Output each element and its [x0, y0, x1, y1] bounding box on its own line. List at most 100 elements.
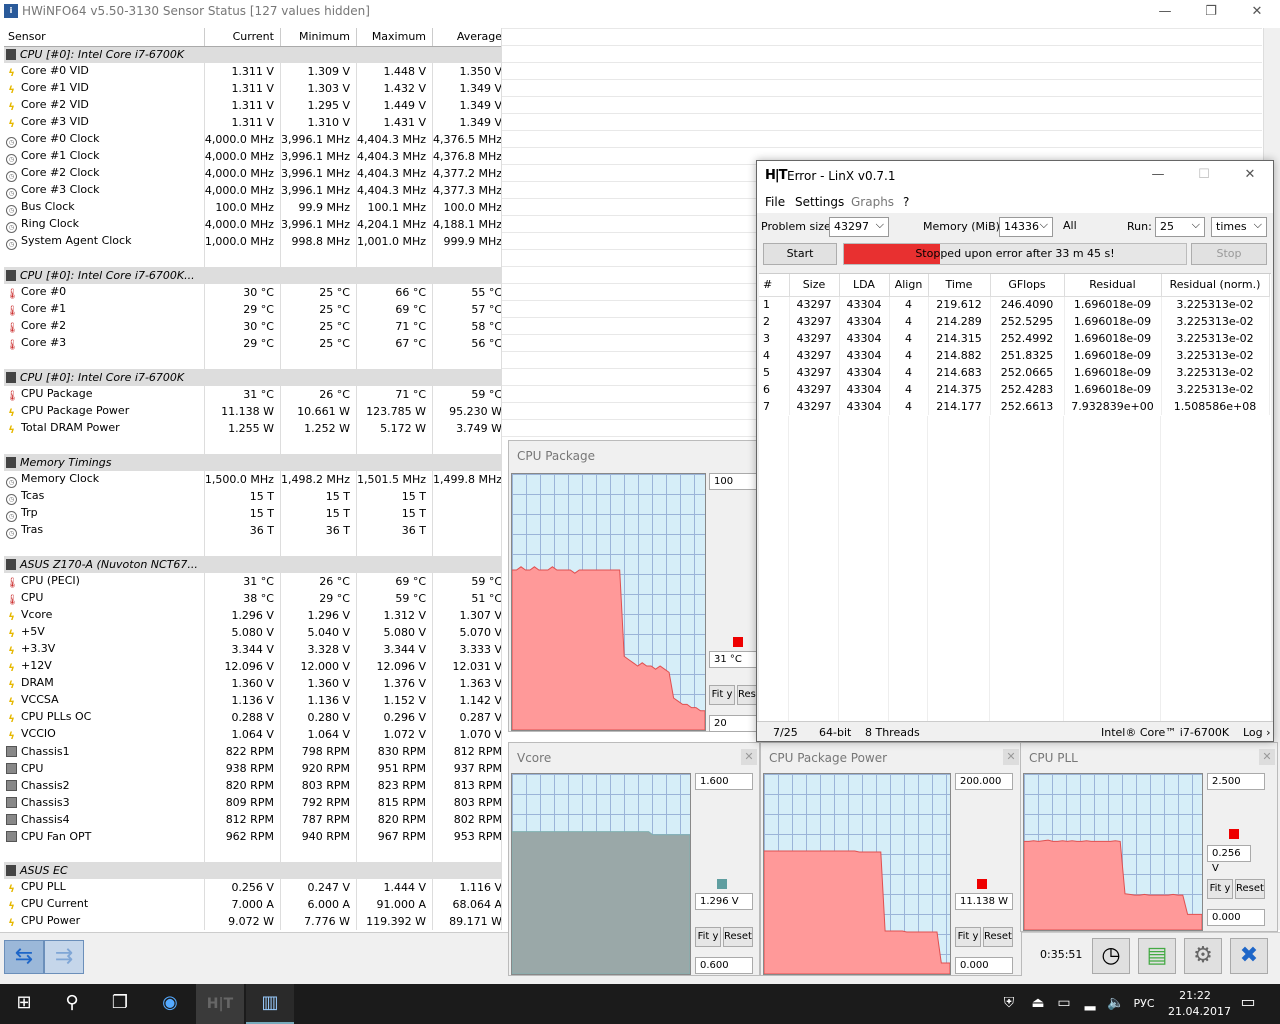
sensor-row[interactable]: Chassis1 822 RPM 798 RPM 830 RPM 812 RPM — [4, 743, 501, 760]
sensor-row[interactable]: 🌡 Core #3 29 °C 25 °C 67 °C 56 °C — [4, 335, 501, 352]
sensor-row[interactable]: CPU Fan OPT 962 RPM 940 RPM 967 RPM 953 RPM — [4, 828, 501, 845]
close-button[interactable]: ✕ — [1234, 2, 1280, 22]
result-row[interactable]: 3 43297 43304 4 214.315 252.4992 1.696018e-09 3… — [759, 330, 1270, 347]
reset-button[interactable]: Reset — [723, 927, 753, 947]
run-unit-select[interactable]: times — [1211, 216, 1267, 237]
stop-button[interactable]: Stop — [1191, 243, 1267, 265]
result-row[interactable]: 6 43297 43304 4 214.375 252.4283 1.696018e-09 3… — [759, 381, 1270, 398]
graph-min-value[interactable]: 0.000 — [955, 957, 1013, 974]
sensor-row[interactable]: ϟ +3.3V 3.344 V 3.328 V 3.344 V 3.333 V — [4, 641, 501, 658]
graph-min-value[interactable]: 0.600 — [695, 957, 753, 974]
maximize-button[interactable]: ❐ — [1188, 2, 1234, 22]
sensor-row[interactable]: ϟ DRAM 1.360 V 1.360 V 1.376 V 1.363 V — [4, 675, 501, 692]
notifications-button[interactable]: ▭ — [1228, 992, 1268, 1011]
sensor-row[interactable]: 🌡 CPU Package 31 °C 26 °C 71 °C 59 °C — [4, 386, 501, 403]
results-table[interactable]: # Size LDA Align Time GFlops Residual Re… — [759, 273, 1271, 721]
column-header[interactable]: # — [759, 274, 790, 297]
menu-graphs[interactable]: Graphs — [851, 195, 894, 209]
signal-tray-icon[interactable]: ▂ — [1078, 995, 1102, 1011]
column-header[interactable]: Current — [204, 28, 281, 47]
linx-window[interactable]: H|T Error - LinX v0.7.1 — ☐ ✕ File Setti… — [756, 160, 1274, 742]
column-header[interactable]: Average — [432, 28, 501, 47]
all-checkbox[interactable]: All — [1063, 219, 1077, 232]
close-button[interactable]: ✕ — [1227, 165, 1273, 185]
column-header[interactable]: Residual — [1064, 274, 1162, 297]
volume-tray-icon[interactable]: 🔈 — [1104, 995, 1128, 1011]
taskbar-app-linx[interactable]: H|T — [196, 984, 244, 1024]
defender-tray-icon[interactable]: ⛨ — [994, 995, 1024, 1011]
graph-window-cpu-package-power[interactable]: CPU Package Power ✕ 200.000 11.138 W Fit… — [760, 742, 1022, 976]
graph-min-value[interactable]: 20 — [709, 715, 757, 732]
maximize-button[interactable]: ☐ — [1181, 165, 1227, 185]
sensor-row[interactable]: Chassis4 812 RPM 787 RPM 820 RPM 802 RPM — [4, 811, 501, 828]
sensor-row[interactable]: ϟ CPU PLLs OC 0.288 V 0.280 V 0.296 V 0.287 V — [4, 709, 501, 726]
sensor-row[interactable]: ◷ Core #1 Clock 4,000.0 MHz 3,996.1 MHz 4,40… — [4, 148, 501, 165]
graph-max-value[interactable]: 2.500 — [1207, 773, 1265, 790]
problem-size-select[interactable]: 43297 — [829, 216, 889, 237]
sensor-row[interactable]: ◷ Core #2 Clock 4,000.0 MHz 3,996.1 MHz 4,40… — [4, 165, 501, 182]
taskbar-app-browser[interactable]: ◉ — [146, 992, 194, 1013]
settings-button[interactable]: ⚙ — [1184, 938, 1222, 974]
sensor-row[interactable]: ϟ +12V 12.096 V 12.000 V 12.096 V 12.031 V — [4, 658, 501, 675]
taskbar-clock[interactable]: 21:22 21.04.2017 — [1168, 988, 1231, 1020]
start-button[interactable]: ⊞ — [0, 992, 48, 1013]
column-header[interactable]: Residual (norm.) — [1161, 274, 1270, 297]
sensor-row[interactable]: ϟ Core #1 VID 1.311 V 1.303 V 1.432 V 1.349 V — [4, 80, 501, 97]
language-indicator[interactable]: РУС — [1128, 997, 1160, 1010]
nav-left-right-button[interactable]: ⇆ — [4, 940, 44, 974]
menu-file[interactable]: File — [765, 195, 785, 209]
result-row[interactable]: 5 43297 43304 4 214.683 252.0665 1.696018e-09 3… — [759, 364, 1270, 381]
close-sensors-button[interactable]: ✖ — [1230, 938, 1268, 974]
sensor-row[interactable]: ϟ VCCIO 1.064 V 1.064 V 1.072 V 1.070 V — [4, 726, 501, 743]
column-header[interactable]: Size — [789, 274, 840, 297]
sensor-group-header[interactable]: CPU [#0]: Intel Core i7-6700K... — [4, 267, 501, 284]
sensor-row[interactable]: ϟ Total DRAM Power 1.255 W 1.252 W 5.172 W 3.… — [4, 420, 501, 437]
sensor-row[interactable]: ◷ Core #0 Clock 4,000.0 MHz 3,996.1 MHz 4,40… — [4, 131, 501, 148]
nav-collapse-button[interactable]: ⇉ — [44, 940, 84, 974]
run-count-select[interactable]: 25 — [1155, 216, 1205, 237]
graph-max-value[interactable]: 200.000 — [955, 773, 1013, 790]
sensor-row[interactable]: ϟ Vcore 1.296 V 1.296 V 1.312 V 1.307 V — [4, 607, 501, 624]
minimize-button[interactable]: — — [1135, 165, 1181, 185]
task-view-button[interactable]: ❐ — [96, 992, 144, 1013]
sensor-group-header[interactable]: Memory Timings — [4, 454, 501, 471]
column-header[interactable]: Time — [928, 274, 991, 297]
sensor-row[interactable]: 🌡 CPU (PECI) 31 °C 26 °C 69 °C 59 °C — [4, 573, 501, 590]
sensor-row[interactable]: Chassis3 809 RPM 792 RPM 815 RPM 803 RPM — [4, 794, 501, 811]
reset-button[interactable]: Reset — [983, 927, 1013, 947]
sensor-row[interactable]: 🌡 Core #2 30 °C 25 °C 71 °C 58 °C — [4, 318, 501, 335]
column-header[interactable]: GFlops — [990, 274, 1065, 297]
sensor-group-header[interactable]: CPU [#0]: Intel Core i7-6700K — [4, 46, 501, 63]
memory-select[interactable]: 14336 — [999, 216, 1053, 237]
sensor-row[interactable]: 🌡 Core #1 29 °C 25 °C 69 °C 57 °C — [4, 301, 501, 318]
graph-min-value[interactable]: 0.000 — [1207, 909, 1265, 926]
menu-help[interactable]: ? — [903, 195, 909, 209]
graph-window-vcore[interactable]: Vcore ✕ 1.600 1.296 V Fit y Reset 0.600 — [508, 742, 760, 976]
fit-y-button[interactable]: Fit y — [1207, 879, 1233, 899]
sensor-row[interactable]: 🌡 Core #0 30 °C 25 °C 66 °C 55 °C — [4, 284, 501, 301]
start-button[interactable]: Start — [763, 243, 837, 265]
taskbar-app-hwinfo[interactable]: ▥ — [246, 984, 294, 1024]
close-icon[interactable]: ✕ — [1003, 749, 1019, 765]
graph-max-value[interactable]: 100 — [709, 473, 757, 490]
sensor-row[interactable]: ◷ Core #3 Clock 4,000.0 MHz 3,996.1 MHz 4,40… — [4, 182, 501, 199]
log-button[interactable]: ▤ — [1138, 938, 1176, 974]
graph-window-cpu-package[interactable]: CPU Package 100 31 °C Fit y Reset 20 — [508, 440, 760, 732]
result-row[interactable]: 7 43297 43304 4 214.177 252.6613 7.932839e+00 1… — [759, 398, 1270, 415]
search-button[interactable]: ⚲ — [48, 992, 96, 1013]
minimize-button[interactable]: — — [1142, 2, 1188, 22]
close-icon[interactable]: ✕ — [1259, 749, 1275, 765]
sensor-row[interactable]: ϟ CPU PLL 0.256 V 0.247 V 1.444 V 1.116 V — [4, 879, 501, 896]
sensor-row[interactable]: ◷ Trp 15 T 15 T 15 T — [4, 505, 501, 522]
sensor-row[interactable]: ϟ VCCSA 1.136 V 1.136 V 1.152 V 1.142 V — [4, 692, 501, 709]
timer-button[interactable]: ◷ — [1092, 938, 1130, 974]
sensor-row[interactable]: ϟ +5V 5.080 V 5.040 V 5.080 V 5.070 V — [4, 624, 501, 641]
fit-y-button[interactable]: Fit y — [695, 927, 721, 947]
sensor-row[interactable]: ϟ Core #2 VID 1.311 V 1.295 V 1.449 V 1.349 V — [4, 97, 501, 114]
reset-button[interactable]: Reset — [1235, 879, 1265, 899]
graph-max-value[interactable]: 1.600 — [695, 773, 753, 790]
graph-window-cpu-pll[interactable]: CPU PLL ✕ 2.500 0.256 V Fit y Reset 0.00… — [1020, 742, 1278, 932]
column-header[interactable]: Minimum — [280, 28, 357, 47]
column-header[interactable]: LDA — [839, 274, 890, 297]
fit-y-button[interactable]: Fit y — [955, 927, 981, 947]
